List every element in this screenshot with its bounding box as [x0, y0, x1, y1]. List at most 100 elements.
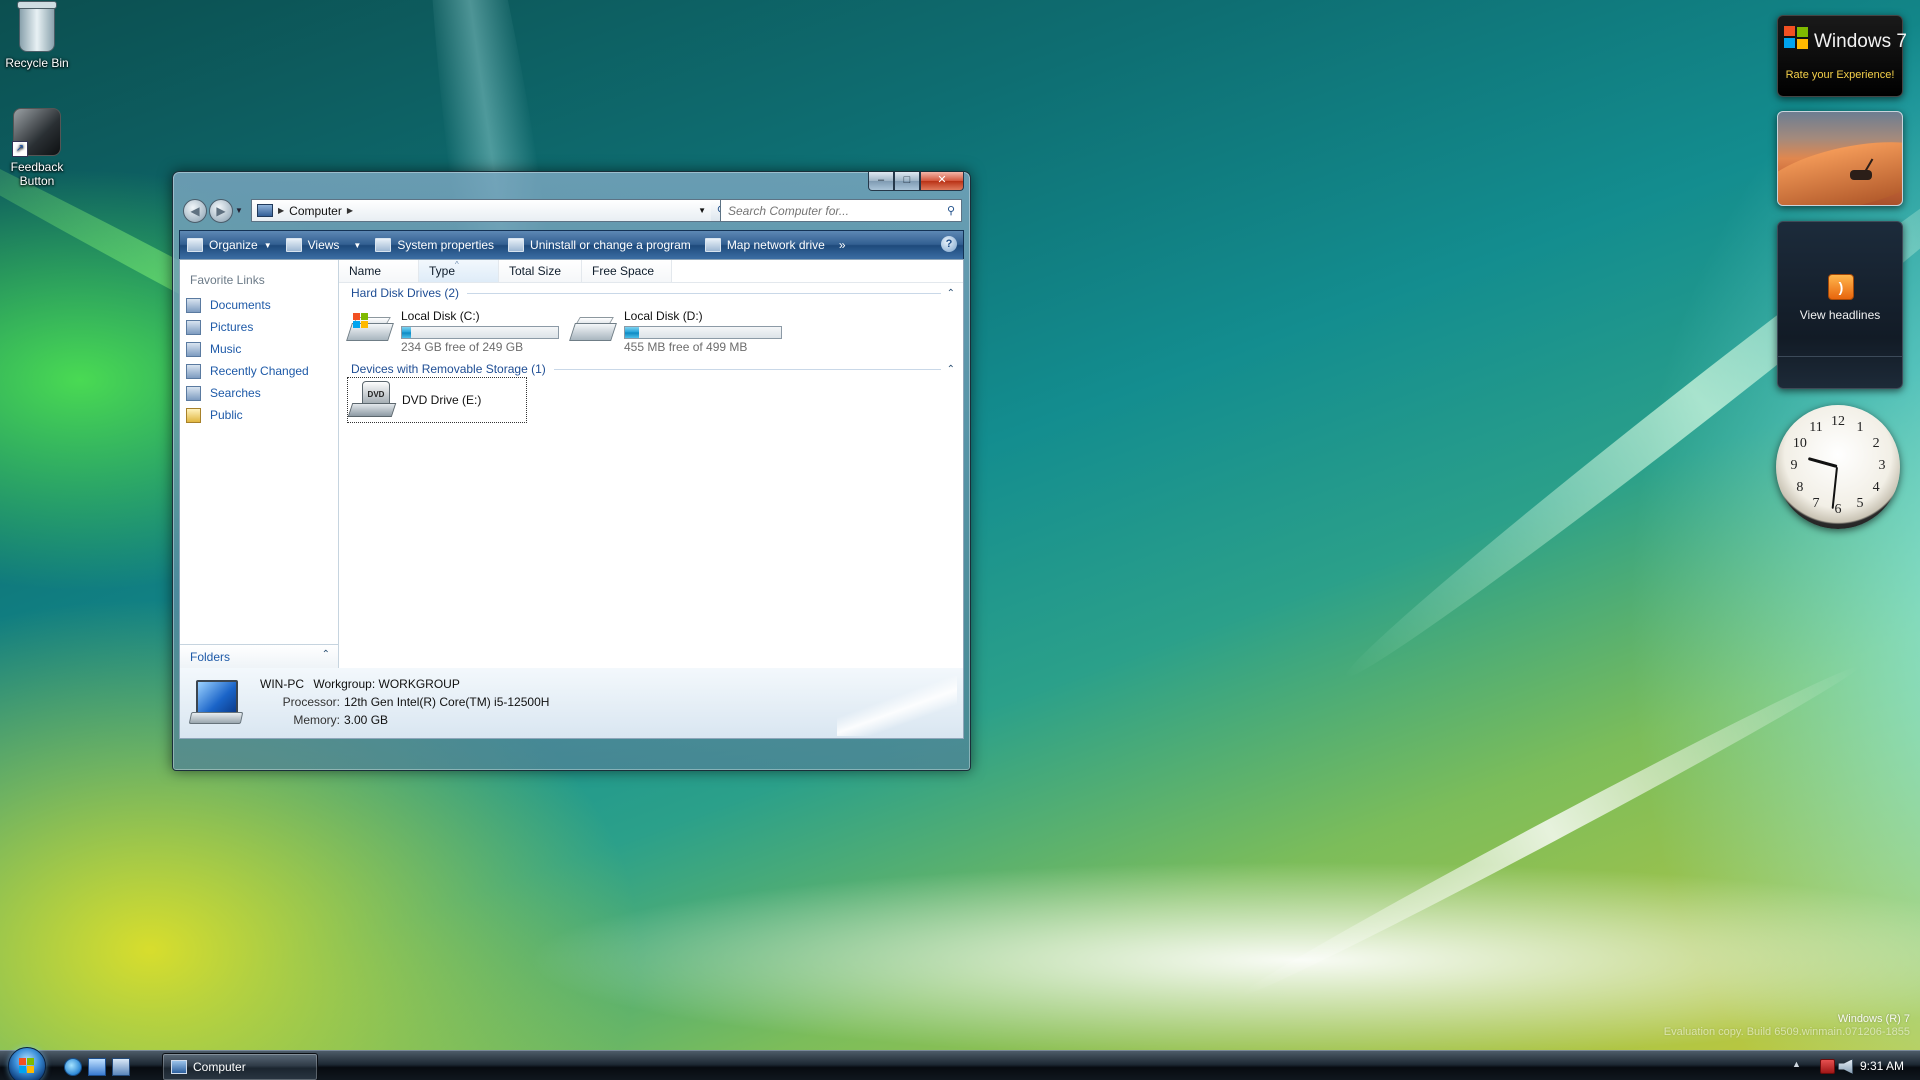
flag-quad-red: [1784, 26, 1795, 36]
searches-icon: [186, 385, 201, 401]
chevron-up-icon: ⌃: [321, 649, 330, 660]
organize-button[interactable]: Organize ▼: [180, 232, 279, 258]
drive-usage-fill: [625, 327, 640, 338]
column-header-total-size[interactable]: Total Size: [499, 260, 582, 282]
search-icon[interactable]: ⚲: [947, 204, 955, 217]
monitor-base: [188, 712, 244, 724]
views-button[interactable]: Views ▼: [279, 232, 369, 258]
favorite-link-documents[interactable]: Documents: [186, 294, 309, 316]
computer-icon: [257, 204, 273, 217]
navigation-row: ◀ ▶ ▼ ▶ Computer ▶ ▼ ⟳ ⚲: [179, 198, 964, 224]
folders-label: Folders: [190, 650, 231, 664]
hard-disk-body: [569, 323, 617, 341]
forward-button[interactable]: ▶: [209, 199, 233, 223]
details-row-name: WIN-PC Workgroup: WORKGROUP: [260, 675, 549, 693]
network-status-icon[interactable]: [1820, 1059, 1835, 1074]
orb-quad-green: [27, 1058, 34, 1065]
command-bar: Organize ▼ Views ▼ System properties Unins…: [179, 230, 964, 260]
volume-icon[interactable]: [1838, 1059, 1853, 1074]
gadget-windows7-rating[interactable]: Windows 7 Rate your Experience!: [1777, 15, 1907, 97]
desktop-icon-label: Feedback Button: [10, 160, 64, 188]
logo-quad-red: [353, 313, 360, 320]
group-header-hard-disks[interactable]: Hard Disk Drives (2) ⌃: [351, 285, 955, 301]
collapse-group-icon[interactable]: ⌃: [947, 364, 955, 375]
desktop: Recycle Bin ↗ Feedback Button – □ ✕ ◀ ▶ …: [0, 0, 1920, 1080]
maximize-button[interactable]: □: [894, 172, 920, 191]
organize-icon: [187, 238, 203, 252]
details-swoosh-decoration: [837, 676, 957, 736]
desktop-icon-recycle-bin[interactable]: Recycle Bin: [0, 1, 82, 70]
drive-dvd-e[interactable]: DVD DVD Drive (E:): [347, 377, 527, 423]
monitor-screen: [196, 680, 238, 714]
uninstall-program-button[interactable]: Uninstall or change a program: [501, 232, 698, 258]
favorite-link-label: Searches: [210, 386, 261, 400]
logo-quad-yellow: [361, 321, 368, 328]
favorite-link-searches[interactable]: Searches: [186, 382, 309, 404]
group-title: Hard Disk Drives (2): [351, 286, 460, 300]
clock-time[interactable]: 9:31 AM: [1860, 1059, 1904, 1073]
drive-name: DVD Drive (E:): [402, 393, 482, 407]
taskbar-button-computer[interactable]: Computer: [162, 1053, 318, 1080]
internet-explorer-icon[interactable]: [64, 1058, 82, 1076]
favorite-links-list: Documents Pictures Music Recently Change…: [186, 294, 309, 426]
switch-windows-icon[interactable]: [112, 1058, 130, 1076]
show-hidden-icons-button[interactable]: ▲: [1792, 1059, 1801, 1069]
gadget-clock[interactable]: 12 1 2 3 4 5 6 7 8 9 10 11: [1776, 405, 1900, 529]
watermark-line1: Windows (R) 7: [1837, 1013, 1910, 1025]
view-headlines-link[interactable]: View headlines: [1778, 308, 1902, 322]
breadcrumb-computer[interactable]: Computer: [289, 204, 342, 218]
address-bar[interactable]: ▶ Computer ▶ ▼: [251, 199, 713, 222]
more-commands-button[interactable]: »: [832, 232, 853, 258]
uninstall-icon: [508, 238, 525, 252]
address-dropdown-icon[interactable]: ▼: [698, 206, 706, 215]
workgroup-label: Workgroup:: [313, 677, 376, 691]
gadget-feed-headlines[interactable]: ) View headlines: [1777, 221, 1903, 389]
column-header-free-space[interactable]: Free Space: [582, 260, 672, 282]
collapse-group-icon[interactable]: ⌃: [947, 288, 955, 299]
recent-pages-dropdown[interactable]: ▼: [235, 206, 243, 215]
help-button[interactable]: ?: [941, 236, 957, 252]
folders-toggle[interactable]: Folders ⌃: [180, 644, 338, 669]
back-button[interactable]: ◀: [183, 199, 207, 223]
column-header-type[interactable]: ^ Type: [419, 260, 499, 282]
favorite-link-music[interactable]: Music: [186, 338, 309, 360]
system-properties-button[interactable]: System properties: [368, 232, 501, 258]
clock-number: 7: [1812, 496, 1820, 512]
slideshow-oryx: [1850, 170, 1872, 180]
drive-name: Local Disk (D:): [624, 309, 703, 323]
desktop-icon-feedback[interactable]: ↗ Feedback Button: [0, 108, 82, 188]
show-desktop-icon[interactable]: [88, 1058, 106, 1076]
group-header-removable[interactable]: Devices with Removable Storage (1) ⌃: [351, 361, 955, 377]
clock-number: 1: [1856, 419, 1864, 435]
network-drive-icon: [704, 238, 721, 252]
explorer-window: – □ ✕ ◀ ▶ ▼ ▶ Computer ▶ ▼ ⟳ ⚲ Organize ▼…: [172, 171, 971, 771]
close-button[interactable]: ✕: [920, 172, 964, 191]
dvd-tray: [347, 403, 397, 417]
clock-number: 11: [1809, 419, 1823, 435]
drive-name: Local Disk (C:): [401, 309, 480, 323]
gadget-slideshow[interactable]: [1777, 111, 1903, 206]
logo-quad-green: [361, 313, 368, 320]
minimize-button[interactable]: –: [868, 172, 894, 191]
drive-local-disk-d[interactable]: Local Disk (D:) 455 MB free of 499 MB: [569, 307, 790, 354]
start-button[interactable]: [8, 1047, 46, 1080]
details-row-memory: Memory: 3.00 GB: [260, 711, 549, 729]
search-input[interactable]: [726, 202, 936, 219]
favorite-link-pictures[interactable]: Pictures: [186, 316, 309, 338]
recently-changed-icon: [186, 363, 201, 379]
windows-logo-icon: [353, 313, 369, 329]
favorite-link-recently-changed[interactable]: Recently Changed: [186, 360, 309, 382]
group-title: Devices with Removable Storage (1): [351, 362, 546, 376]
breadcrumb-separator-icon[interactable]: ▶: [347, 206, 353, 215]
documents-icon: [186, 297, 201, 313]
column-header-name[interactable]: Name: [339, 260, 419, 282]
breadcrumb-separator-icon[interactable]: ▶: [278, 206, 284, 215]
map-network-drive-button[interactable]: Map network drive: [698, 232, 832, 258]
favorite-link-public[interactable]: Public: [186, 404, 309, 426]
wallpaper-streak: [1235, 656, 1865, 1006]
computer-icon: [171, 1060, 187, 1074]
drive-local-disk-c[interactable]: Local Disk (C:) 234 GB free of 249 GB: [346, 307, 567, 354]
gadget-subtitle[interactable]: Rate your Experience!: [1778, 69, 1902, 81]
drive-free-space: 234 GB free of 249 GB: [401, 340, 524, 354]
search-box[interactable]: ⚲: [720, 199, 962, 222]
